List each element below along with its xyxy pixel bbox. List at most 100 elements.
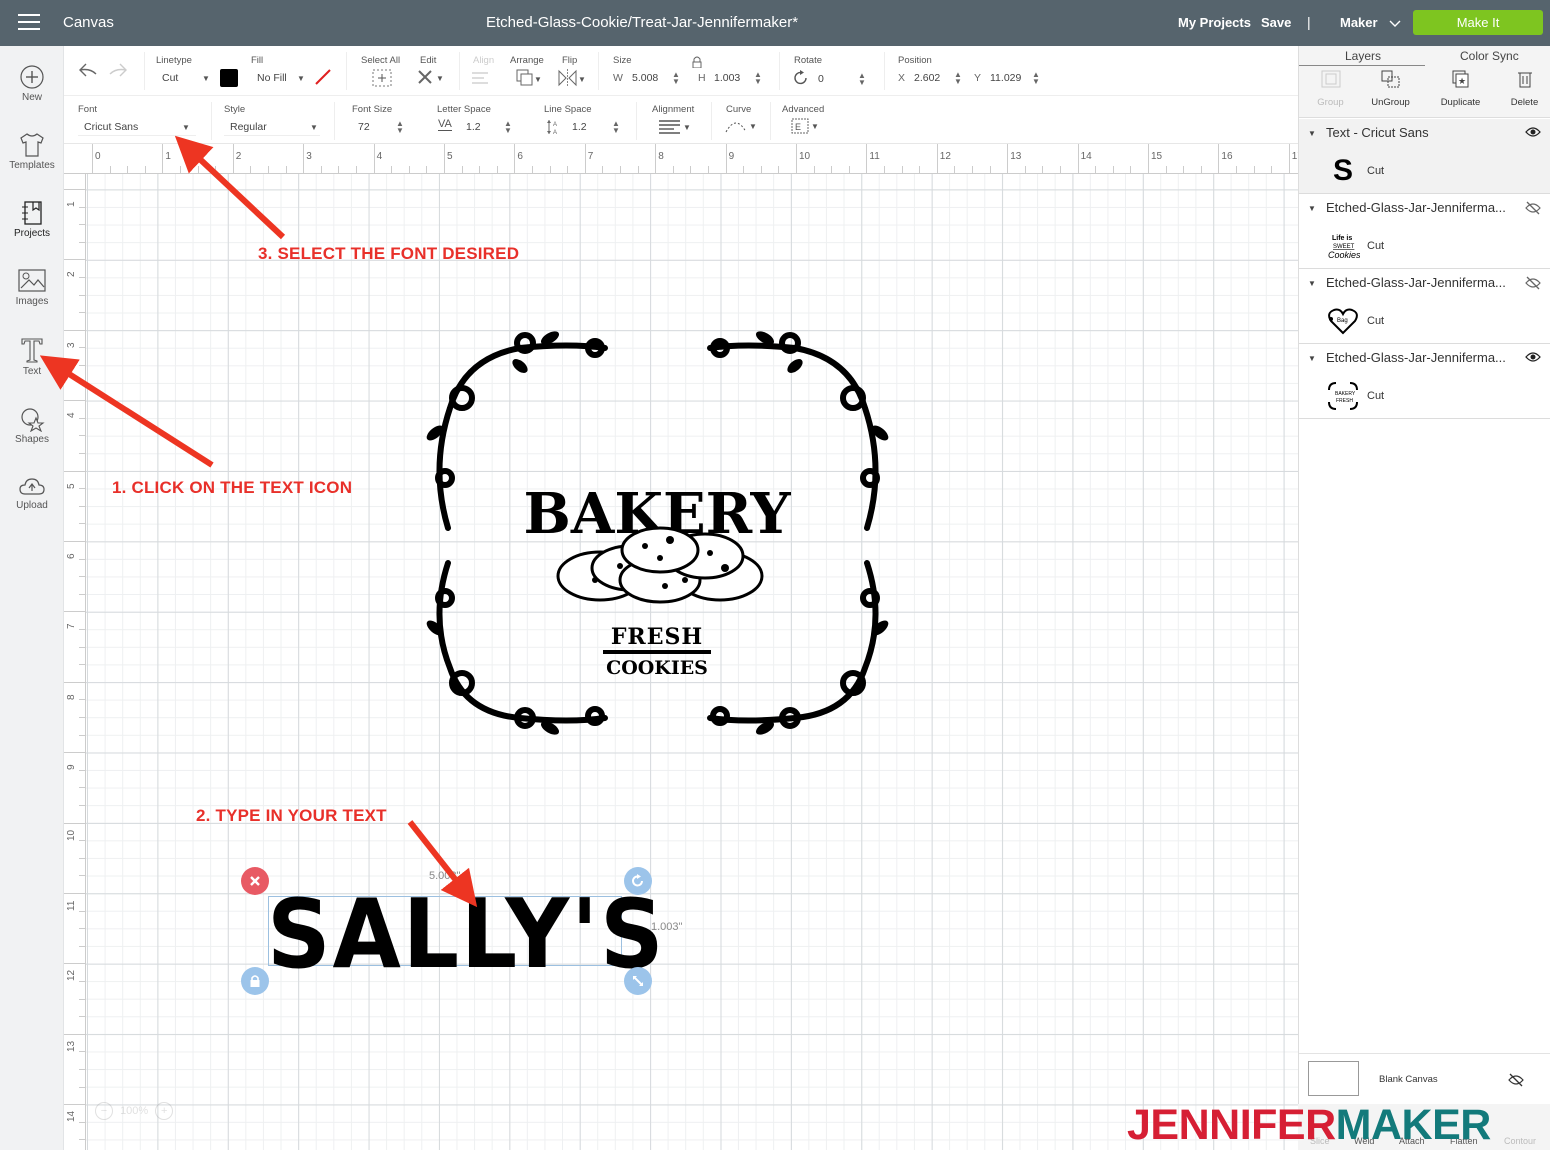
delete-handle[interactable]: [241, 867, 269, 895]
line-space-input[interactable]: 1.2 ▲ ▼: [566, 118, 622, 136]
ruler-label: 0: [95, 151, 101, 162]
flip-menu[interactable]: ▼: [558, 69, 586, 89]
layer-operation: Cut: [1367, 240, 1385, 252]
width-input[interactable]: 5.008 ▲ ▼: [628, 68, 684, 88]
rotate-handle[interactable]: [624, 867, 652, 895]
nav-shapes[interactable]: Shapes: [0, 406, 64, 445]
expand-triangle-icon[interactable]: ▼: [1308, 354, 1316, 363]
expand-triangle-icon[interactable]: ▼: [1308, 129, 1316, 138]
layer-item[interactable]: ▼ Etched-Glass-Jar-Jenniferma... BAKERY F…: [1299, 344, 1550, 419]
undo-icon[interactable]: [78, 62, 98, 78]
nav-images[interactable]: Images: [0, 268, 64, 307]
layer-item[interactable]: ▼ Text - Cricut Sans S Cut: [1299, 119, 1550, 194]
ruler-top: 01234567891011121314151617: [64, 144, 1298, 174]
group-button[interactable]: Group: [1299, 70, 1362, 108]
nav-templates[interactable]: Templates: [0, 132, 64, 171]
eye-hidden-icon[interactable]: [1508, 1073, 1524, 1087]
eye-icon[interactable]: [1525, 126, 1541, 138]
contour-button[interactable]: Contour: [1504, 1136, 1536, 1146]
stepper-icon[interactable]: ▲ ▼: [504, 120, 512, 135]
ruler-major-tick: [655, 144, 657, 173]
y-position-input[interactable]: 11.029 ▲ ▼: [986, 68, 1042, 88]
eye-hidden-icon[interactable]: [1525, 201, 1541, 215]
menu-icon[interactable]: [18, 14, 40, 31]
no-fill-swatch-icon[interactable]: [314, 68, 332, 86]
rotate-icon: [632, 874, 643, 887]
ruler-minor-tick: [848, 166, 850, 173]
ruler-left: 1 2 3 4 5 6 7 8 9 10 11 12 13 14: [64, 174, 86, 1150]
stepper-icon[interactable]: ▲ ▼: [396, 120, 404, 135]
stepper-icon[interactable]: ▲ ▼: [754, 71, 762, 86]
redo-icon[interactable]: [108, 62, 128, 78]
tab-color-sync[interactable]: Color Sync: [1460, 49, 1519, 63]
expand-triangle-icon[interactable]: ▼: [1308, 204, 1316, 213]
ruler-minor-tick: [79, 277, 85, 278]
layer-item[interactable]: ▼ Etched-Glass-Jar-Jenniferma... Life is…: [1299, 194, 1550, 269]
app-name: Canvas: [63, 14, 114, 31]
delete-button[interactable]: Delete: [1493, 70, 1550, 108]
zoom-in-icon[interactable]: +: [155, 1102, 174, 1120]
eye-hidden-icon[interactable]: [1525, 276, 1541, 290]
blank-canvas-swatch[interactable]: [1308, 1061, 1359, 1096]
zoom-control[interactable]: − 100% +: [95, 1102, 174, 1120]
arrange-menu[interactable]: ▼: [516, 69, 544, 89]
ungroup-button[interactable]: UnGroup: [1359, 70, 1422, 108]
eye-icon[interactable]: [1525, 351, 1541, 363]
resize-handle[interactable]: [624, 967, 652, 995]
stepper-icon[interactable]: ▲ ▼: [954, 71, 962, 86]
cloud-upload-icon: [19, 478, 45, 495]
fill-select[interactable]: No Fill ▼: [251, 70, 307, 88]
edit-label: Edit: [420, 55, 437, 66]
svg-text:Cookies: Cookies: [1328, 250, 1360, 260]
linetype-select[interactable]: Cut ▼: [156, 70, 210, 88]
nav-projects[interactable]: Projects: [0, 200, 64, 239]
font-size-input[interactable]: 72 ▲ ▼: [352, 118, 408, 136]
zoom-out-icon[interactable]: −: [95, 1102, 113, 1120]
make-it-button[interactable]: Make It: [1413, 10, 1543, 35]
x-position-input[interactable]: 2.602 ▲ ▼: [910, 68, 966, 88]
edit-menu[interactable]: ▼: [416, 68, 444, 88]
stepper-icon[interactable]: ▲ ▼: [1032, 71, 1040, 86]
letter-space-input[interactable]: 1.2 ▲ ▼: [460, 118, 516, 136]
ruler-minor-tick: [1200, 166, 1202, 173]
select-all-icon[interactable]: [372, 69, 392, 87]
curve-menu[interactable]: ▼: [725, 118, 757, 136]
stepper-icon[interactable]: ▲ ▼: [672, 71, 680, 86]
ruler-minor-tick: [954, 166, 956, 173]
bakery-design[interactable]: BAKERY FRESH COOKIES: [420, 318, 895, 748]
nav-new[interactable]: New: [0, 64, 64, 103]
machine-select[interactable]: Maker: [1340, 15, 1401, 30]
stepper-icon[interactable]: ▲ ▼: [612, 120, 620, 135]
layer-thumbnail: BAKERYFRESH: [1328, 382, 1358, 410]
ruler-minor-tick: [79, 1139, 85, 1141]
duplicate-button[interactable]: ★ Duplicate: [1429, 70, 1492, 108]
height-input[interactable]: 1.003 ▲ ▼: [710, 68, 766, 88]
tab-layers[interactable]: Layers: [1345, 49, 1381, 63]
fresh-text: FRESH: [611, 624, 703, 650]
text-object[interactable]: SALLY'S: [267, 880, 666, 990]
lock-aspect-icon[interactable]: [692, 56, 702, 68]
my-projects-link[interactable]: My Projects: [1178, 15, 1251, 30]
nav-text[interactable]: Text: [0, 336, 64, 377]
expand-triangle-icon[interactable]: ▼: [1308, 279, 1316, 288]
layer-item[interactable]: ▼ Etched-Glass-Jar-Jenniferma... Bag Cut: [1299, 269, 1550, 344]
rotate-input[interactable]: 0 ▲ ▼: [814, 68, 870, 88]
scissors-pencil-icon: [418, 70, 432, 84]
ruler-label: 15: [1151, 151, 1163, 162]
layer-operation: Cut: [1367, 315, 1385, 327]
width-label: W: [613, 72, 623, 84]
caret-down-icon: ▼: [578, 75, 586, 84]
advanced-menu[interactable]: E ▼: [791, 118, 823, 136]
nav-upload[interactable]: Upload: [0, 476, 64, 511]
font-select[interactable]: Cricut Sans ▼: [78, 118, 196, 136]
ruler-minor-tick: [602, 166, 604, 173]
style-select[interactable]: Regular ▼: [224, 118, 320, 136]
ruler-minor-tick: [79, 505, 85, 507]
lock-handle[interactable]: [241, 967, 269, 995]
align-menu-disabled: [472, 72, 498, 86]
alignment-menu[interactable]: ▼: [659, 119, 691, 137]
linetype-color-swatch[interactable]: [220, 69, 238, 87]
ruler-minor-tick: [79, 1069, 85, 1070]
stepper-icon[interactable]: ▲ ▼: [858, 72, 866, 87]
save-button[interactable]: Save: [1261, 15, 1291, 30]
